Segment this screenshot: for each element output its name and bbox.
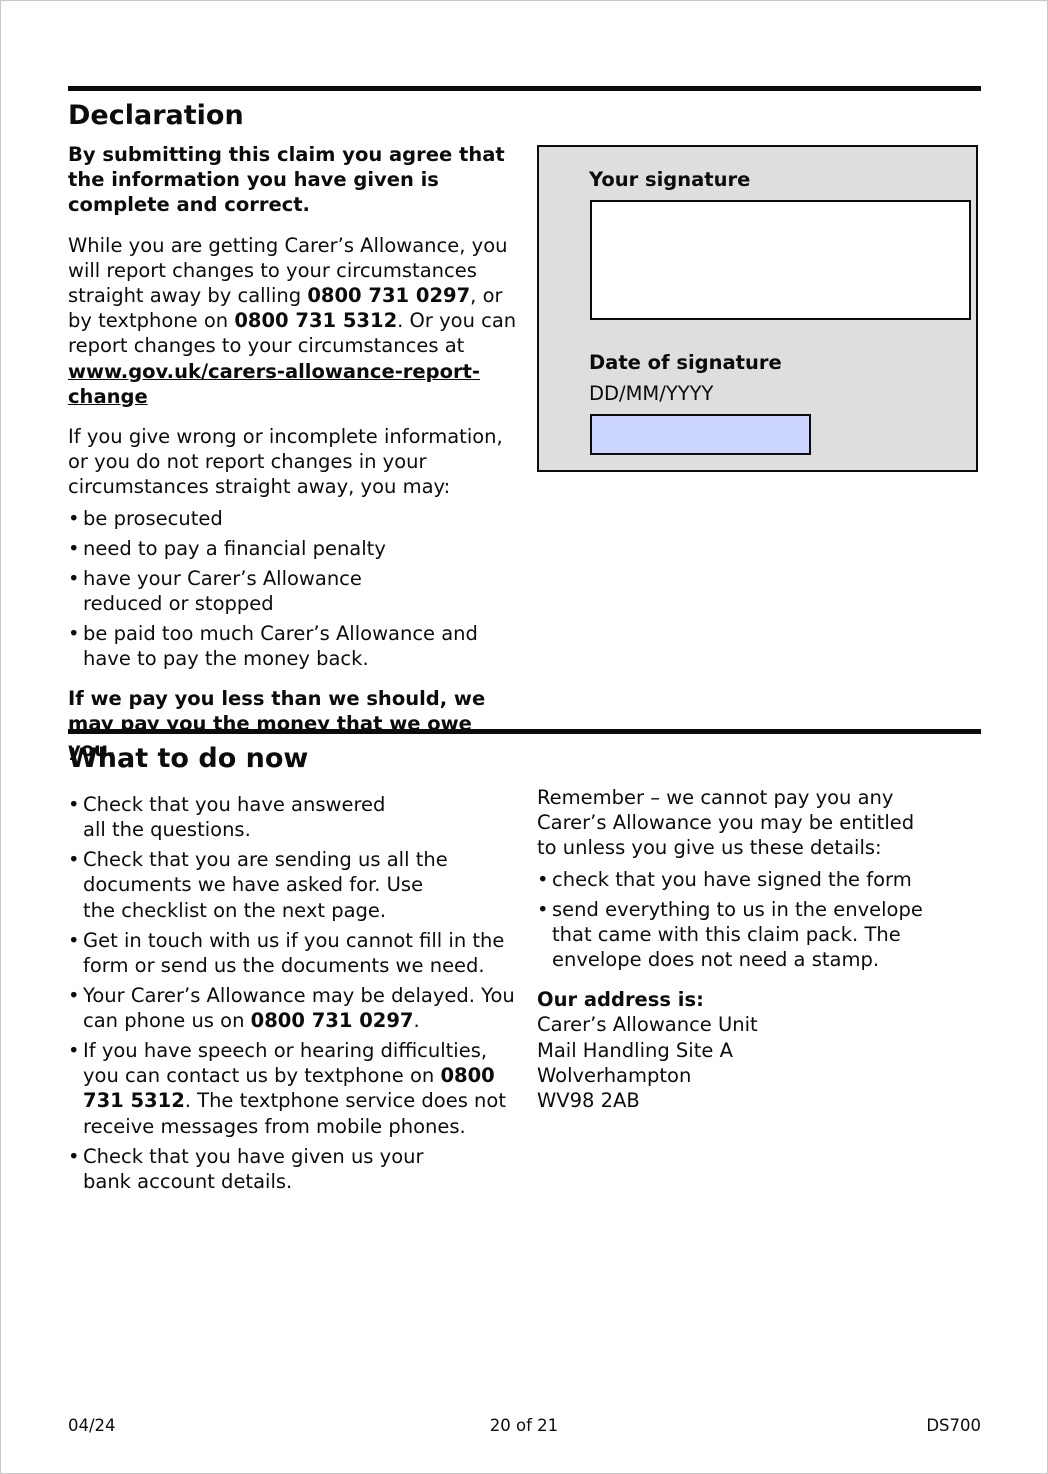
- declaration-column: By submitting this claim you agree that …: [68, 142, 520, 777]
- remember-list: check that you have signed the form send…: [537, 867, 967, 973]
- footer-page-number: 20 of 21: [489, 1416, 559, 1435]
- consequences-intro: If you give wrong or incomplete informat…: [68, 425, 503, 499]
- list-item: have your Carer’s Allowance reduced or s…: [68, 566, 520, 616]
- list-item: Check that you are sending us all the do…: [68, 847, 516, 923]
- list-item: check that you have signed the form: [537, 867, 967, 892]
- signature-panel: Your signature Date of signature DD/MM/Y…: [537, 145, 978, 472]
- delay-phone-number: 0800 731 0297: [250, 1009, 414, 1033]
- signature-field[interactable]: [590, 200, 971, 320]
- list-item: Get in touch with us if you cannot fill …: [68, 928, 516, 978]
- delay-end: .: [413, 1009, 420, 1033]
- footer-form-code: DS700: [926, 1416, 981, 1435]
- what-to-do-list: Check that you have answered all the que…: [68, 792, 516, 1194]
- address-line: Carer’s Allowance Unit: [537, 1013, 758, 1037]
- list-item: Your Carer’s Allowance may be delayed. Y…: [68, 983, 516, 1033]
- section-rule-declaration: [68, 86, 981, 91]
- declaration-intro: By submitting this claim you agree that …: [68, 143, 505, 217]
- date-format-hint: DD/MM/YYYY: [589, 382, 714, 405]
- what-to-do-heading: What to do now: [68, 743, 309, 774]
- signature-label: Your signature: [589, 168, 751, 191]
- address-label: Our address is:: [537, 988, 704, 1012]
- report-change-link[interactable]: www.gov.uk/carers-allowance-report-chang…: [68, 360, 480, 408]
- list-item: Check that you have answered all the que…: [68, 792, 516, 842]
- remember-text: Remember – we cannot pay you any Carer’s…: [537, 786, 915, 860]
- list-item: If you have speech or hearing difficulti…: [68, 1038, 516, 1139]
- declaration-heading: Declaration: [68, 100, 244, 131]
- list-item: need to pay a financial penalty: [68, 536, 520, 561]
- list-item: send everything to us in the envelope th…: [537, 897, 967, 973]
- list-item: be paid too much Carer’s Allowance and h…: [68, 621, 520, 671]
- footer-date: 04/24: [68, 1416, 116, 1435]
- address-line: Mail Handling Site A: [537, 1038, 733, 1062]
- address-line: Wolverhampton: [537, 1063, 692, 1087]
- section-rule-what-to-do: [68, 729, 981, 734]
- report-changes-paragraph: While you are getting Carer’s Allowance,…: [68, 233, 520, 409]
- what-to-do-column: Check that you have answered all the que…: [68, 792, 516, 1209]
- remember-column: Remember – we cannot pay you any Carer’s…: [537, 785, 967, 1113]
- speech-text: If you have speech or hearing difficulti…: [83, 1039, 488, 1088]
- consequences-list: be prosecuted need to pay a financial pe…: [68, 506, 520, 672]
- address-line: WV98 2AB: [537, 1089, 640, 1113]
- date-of-signature-label: Date of signature: [589, 351, 782, 374]
- report-textphone-number: 0800 731 5312: [234, 309, 398, 333]
- list-item: be prosecuted: [68, 506, 520, 531]
- date-of-signature-field[interactable]: [590, 414, 811, 455]
- report-phone-number: 0800 731 0297: [307, 284, 471, 308]
- list-item: Check that you have given us your bank a…: [68, 1144, 516, 1194]
